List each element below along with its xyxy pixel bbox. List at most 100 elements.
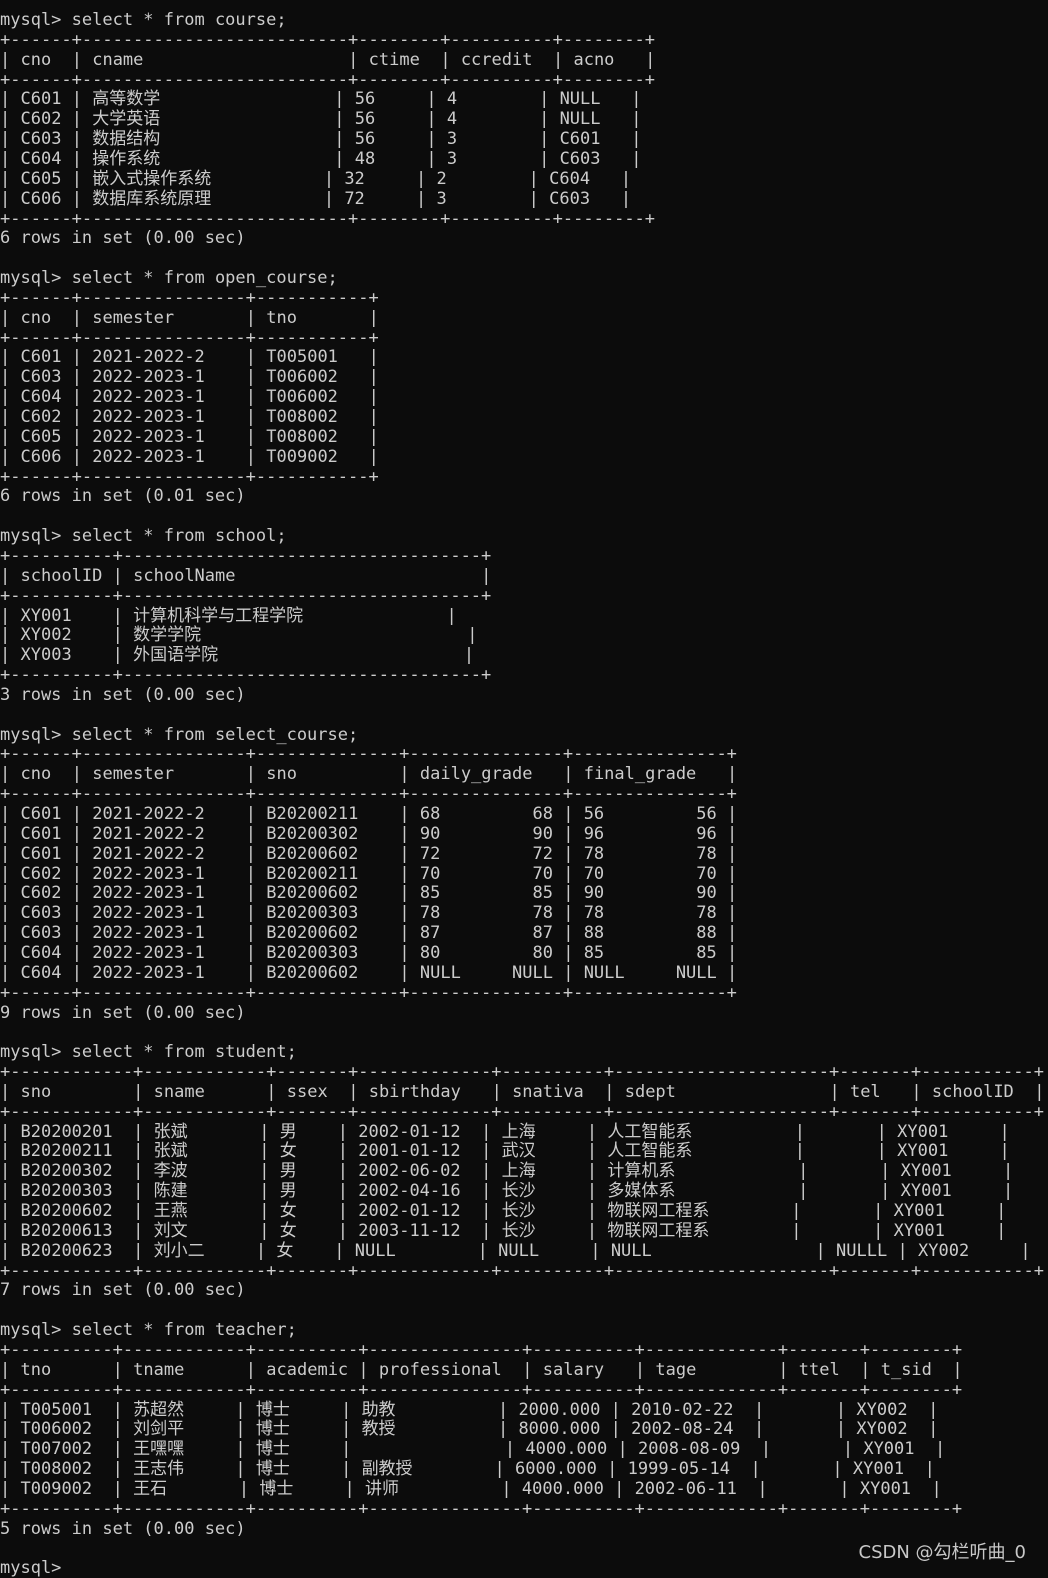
column-separator: |	[727, 962, 738, 983]
column-separator: |	[0, 89, 11, 110]
cell-padding	[82, 189, 92, 209]
cell-padding	[808, 1181, 818, 1201]
table-cell: B20200303	[20, 1181, 113, 1202]
cell-padding	[717, 844, 727, 864]
cell-padding	[375, 129, 416, 149]
table-row: | C602 | 2022-2023-1 | T008002 |	[0, 407, 379, 427]
cell-padding	[870, 1161, 880, 1181]
column-separator: |	[0, 1181, 11, 1202]
cell-padding	[416, 129, 426, 149]
table-cell: B20200211	[266, 804, 359, 824]
cell-padding	[717, 963, 727, 983]
cell-padding	[908, 1400, 918, 1420]
cell-padding	[236, 387, 246, 407]
column-separator: |	[586, 1181, 598, 1202]
table-border: +------+----------------+--------------+…	[0, 784, 737, 805]
column-separator: |	[245, 764, 257, 785]
cell-padding	[597, 1201, 607, 1221]
cell-padding	[883, 1201, 893, 1221]
column-separator: |	[604, 1081, 615, 1102]
column-separator: |	[245, 883, 257, 904]
cell-padding	[846, 1400, 856, 1420]
table-cell: 2000.00	[518, 1399, 591, 1420]
cell-padding	[692, 1122, 784, 1142]
table-cell: 3	[436, 188, 447, 209]
cell-padding	[925, 1439, 935, 1459]
cell-padding	[948, 1122, 989, 1142]
column-separator: |	[245, 843, 257, 864]
cell-padding	[205, 963, 236, 983]
cell-padding	[986, 1221, 996, 1241]
terminal-window[interactable]: mysql> select * from course; +------+----…	[0, 0, 1048, 1578]
cell-padding	[61, 943, 71, 963]
cell-padding	[518, 189, 528, 209]
column-separator: |	[481, 1161, 492, 1182]
table-cell: 物联网工程系	[607, 1201, 710, 1221]
column-header: schoolName	[133, 565, 236, 586]
table-cell: 2010-02-22	[631, 1399, 734, 1420]
cell-padding	[539, 169, 549, 189]
column-header: cno	[20, 307, 52, 328]
table-row: | B20200201 | 张斌 | 男 | 2002-01-12 | 上海 |…	[0, 1122, 1010, 1142]
table-cell: 副教授	[361, 1459, 413, 1480]
table-cell: 78	[583, 903, 605, 924]
column-separator: |	[0, 605, 11, 626]
cell-padding	[812, 1221, 863, 1241]
column-separator: |	[727, 764, 738, 785]
mysql-prompt: mysql>	[0, 526, 72, 547]
cell-padding	[993, 1181, 1003, 1201]
cell-padding	[621, 129, 631, 149]
cell-padding	[781, 1439, 832, 1459]
cell-padding	[72, 606, 103, 626]
sql-command: select * from select_course;	[71, 724, 359, 745]
cell-padding	[205, 367, 236, 387]
column-separator: |	[798, 1181, 809, 1202]
column-separator: |	[999, 1141, 1010, 1162]
column-separator: |	[337, 1181, 349, 1202]
table-cell: C602	[20, 883, 62, 904]
cell-padding	[805, 1141, 815, 1161]
table-cell: C603	[559, 148, 601, 169]
table-cell: 张斌	[153, 1121, 188, 1142]
cell-padding	[236, 566, 471, 586]
table-cell: 2022-2023-1	[92, 903, 205, 924]
cell-padding: L	[877, 1240, 888, 1261]
cell-padding	[72, 625, 103, 645]
column-separator: |	[631, 148, 642, 169]
column-separator: |	[645, 49, 656, 70]
table-cell: C603	[20, 129, 62, 150]
cell-padding	[553, 824, 563, 844]
column-separator: |	[0, 1439, 11, 1460]
cell-padding	[225, 1439, 235, 1459]
mysql-prompt: mysql>	[0, 1558, 72, 1578]
cell-padding	[717, 943, 727, 963]
table-cell: XY001	[859, 1478, 912, 1499]
table-border: +------------+------------+-------+-----…	[0, 1101, 1044, 1122]
column-separator: |	[71, 962, 82, 983]
column-separator: |	[634, 1359, 646, 1380]
cell-padding	[61, 308, 71, 328]
cell-padding	[338, 1082, 348, 1102]
table-cell: 78	[583, 843, 605, 864]
table-cell: 男	[279, 1181, 297, 1202]
cell-padding	[396, 1241, 468, 1261]
cell-padding	[437, 89, 447, 109]
column-separator: |	[337, 1220, 349, 1241]
table-border: +------------+------------+-------+-----…	[0, 1260, 1044, 1281]
table-cell: B20200602	[266, 962, 359, 983]
cell-padding	[508, 1400, 518, 1420]
column-separator: |	[368, 307, 379, 328]
cell-padding	[621, 1400, 631, 1420]
column-separator: |	[839, 1478, 850, 1499]
cell-padding	[102, 1439, 112, 1459]
table-cell: 70	[583, 863, 605, 884]
column-separator: |	[0, 367, 11, 388]
command-line: mysql> select * from open_course;	[0, 268, 338, 288]
cell-padding	[853, 1439, 863, 1459]
cell-padding	[143, 1201, 153, 1221]
cell-padding	[205, 1082, 256, 1102]
cell-padding	[61, 883, 71, 903]
cell-padding	[915, 1439, 925, 1459]
cell-padding	[819, 1161, 870, 1181]
cell-padding	[621, 89, 631, 109]
